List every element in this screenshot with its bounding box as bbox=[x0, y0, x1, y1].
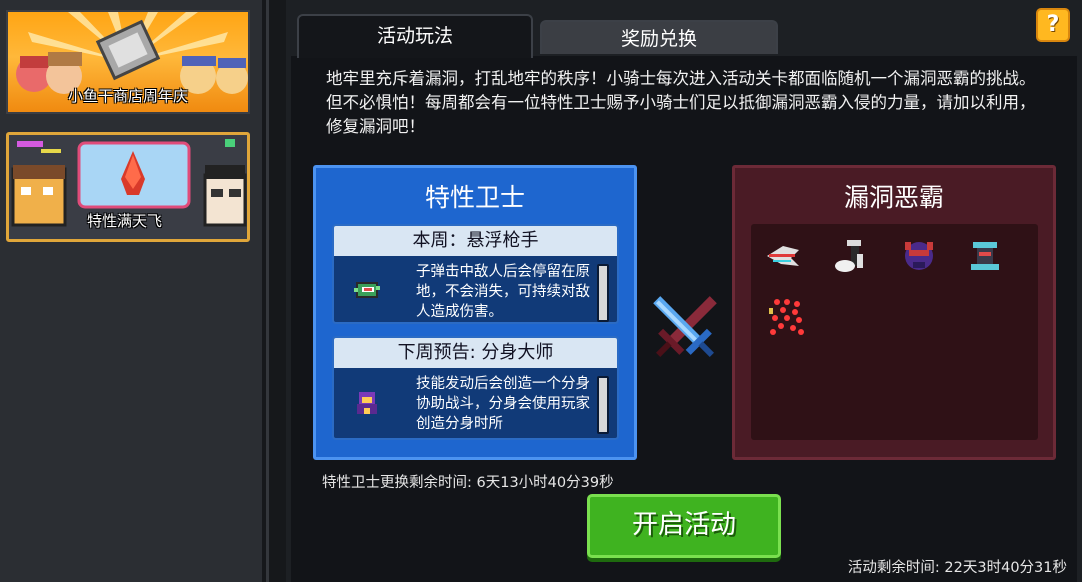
banner-label: 小鱼干商店周年庆 bbox=[67, 87, 188, 105]
next-week-heading: 下周预告: 分身大师 bbox=[334, 338, 617, 368]
help-button[interactable]: ? bbox=[1036, 8, 1070, 42]
sidebar-divider-line bbox=[266, 0, 269, 582]
bullet-swarm-icon[interactable] bbox=[767, 296, 807, 336]
scrollbar[interactable] bbox=[597, 376, 609, 434]
next-week-description: 技能发动后会创造一个分身协助战斗，分身会使用玩家创造分身时所 bbox=[416, 376, 590, 432]
guard-panel-title: 特性卫士 bbox=[424, 183, 525, 212]
ghost-hand-icon[interactable] bbox=[831, 236, 871, 276]
purple-demon-icon[interactable] bbox=[899, 236, 939, 276]
next-week-guard-card: 下周预告: 分身大师 技能发动后会创造一个分身协助战斗，分身会使用玩家创造分身时… bbox=[332, 336, 619, 440]
event-description: 地牢里充斥着漏洞，打乱地牢的秩序！小骑士每次进入活动关卡都面临随机一个漏洞恶霸的… bbox=[326, 69, 1036, 136]
crossed-swords-icon bbox=[653, 296, 717, 357]
current-week-description: 子弹击中敌人后会停留在原地，不会消失，可持续对敌人造成伤害。 bbox=[416, 264, 590, 320]
boss-list bbox=[751, 224, 1038, 440]
current-week-guard-card: 本周：悬浮枪手 子弹击中敌人后会停留在原地，不会消失，可持续对敌人造成伤害。 bbox=[332, 224, 619, 324]
floating-gunner-icon bbox=[354, 282, 380, 298]
banner-trait-flying[interactable]: 特性满天飞 bbox=[6, 132, 250, 242]
tab-event-gameplay[interactable]: 活动玩法 bbox=[297, 14, 533, 58]
current-week-heading: 本周：悬浮枪手 bbox=[334, 226, 617, 256]
event-remaining-timer: 活动剩余时间: 22天3时40分31秒 bbox=[847, 560, 1067, 576]
banner-label: 特性满天飞 bbox=[87, 212, 163, 230]
trait-guard-panel: 特性卫士 本周：悬浮枪手 子弹击中敌人后会停留在原地，不会消失，可持续对敌人造成… bbox=[313, 165, 637, 460]
bug-boss-panel: 漏洞恶霸 bbox=[732, 165, 1056, 460]
guard-swap-timer: 特性卫士更换剩余时间: 6天13小时40分39秒 bbox=[322, 475, 614, 491]
banner-anniversary[interactable]: 小鱼干商店周年庆 bbox=[6, 10, 250, 114]
boss-panel-title: 漏洞恶霸 bbox=[843, 183, 944, 212]
clone-master-icon bbox=[357, 392, 377, 414]
glitch-fish-icon[interactable] bbox=[763, 236, 803, 276]
scrollbar[interactable] bbox=[597, 264, 609, 322]
tab-reward-exchange[interactable]: 奖励兑换 bbox=[540, 20, 778, 54]
start-event-button[interactable]: 开启活动 bbox=[587, 494, 781, 558]
robot-spinner-icon[interactable] bbox=[965, 236, 1005, 276]
sidebar: 小鱼干商店周年庆 特性满天飞 bbox=[0, 0, 262, 582]
